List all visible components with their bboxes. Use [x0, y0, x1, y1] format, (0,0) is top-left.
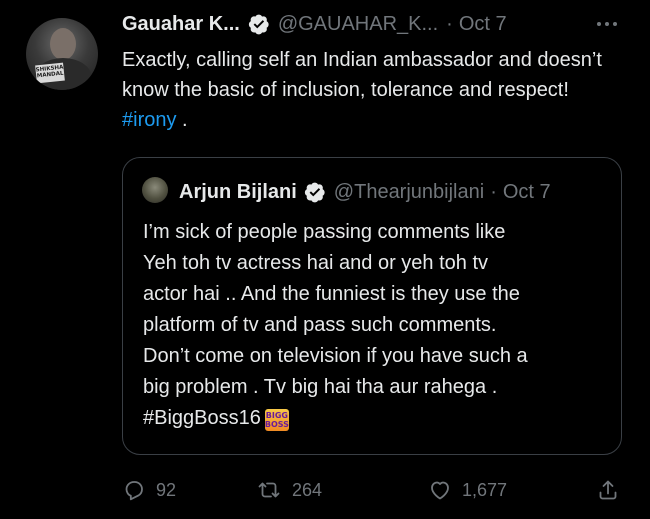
author-handle[interactable]: @GAUAHAR_K...	[278, 13, 438, 36]
quoted-author-avatar[interactable]	[142, 177, 168, 203]
quoted-tweet-date[interactable]: Oct 7	[503, 181, 551, 204]
hashtag-link[interactable]: #irony	[122, 109, 176, 131]
tweet-header: Gauahar K... @GAUAHAR_K... · Oct 7	[122, 10, 507, 38]
avatar-face	[50, 28, 76, 60]
tweet-date[interactable]: Oct 7	[459, 13, 507, 36]
quoted-text-line: Yeh toh tv actress hai and or yeh toh tv	[143, 252, 489, 274]
tweet-text: Exactly, calling self an Indian ambassad…	[122, 45, 622, 135]
quoted-text-line: actor hai .. And the funniest is they us…	[143, 283, 520, 305]
retweet-button[interactable]: 264	[256, 478, 322, 502]
tweet: SHIKSHA MANDAL Gauahar K... @GAUAHAR_K...…	[0, 0, 650, 519]
quoted-tweet-header: Arjun Bijlani @Thearjunbijlani · Oct 7	[179, 178, 551, 206]
retweet-count: 264	[292, 479, 323, 500]
quoted-author-display-name[interactable]: Arjun Bijlani	[179, 181, 297, 204]
reply-icon	[125, 481, 143, 501]
verified-badge-icon	[304, 181, 326, 203]
reply-button[interactable]: 92	[122, 478, 176, 502]
bigg-boss-logo-icon: BIGG BOSS	[264, 409, 289, 431]
tweet-actions: 92 264 1,677	[122, 478, 622, 508]
reply-count: 92	[156, 479, 177, 500]
header-separator: ·	[446, 12, 453, 35]
verified-badge-icon	[248, 13, 270, 35]
retweet-icon	[258, 482, 280, 498]
tweet-text-tail: .	[176, 109, 188, 131]
quoted-author-handle[interactable]: @Thearjunbijlani	[334, 181, 484, 204]
quoted-text-line: big problem . Tv big hai tha aur rahega …	[143, 376, 498, 398]
tweet-text-main: Exactly, calling self an Indian ambassad…	[122, 49, 602, 101]
quoted-text-line: Don’t come on television if you have suc…	[143, 345, 528, 367]
share-icon	[599, 480, 617, 500]
author-avatar[interactable]: SHIKSHA MANDAL	[26, 18, 98, 90]
quoted-hashtag[interactable]: #BiggBoss16	[143, 407, 261, 429]
quoted-hashtag-line: #BiggBoss16 BIGG BOSS	[143, 403, 613, 434]
quoted-tweet[interactable]: Arjun Bijlani @Thearjunbijlani · Oct 7 I…	[122, 157, 622, 455]
share-button[interactable]	[596, 478, 620, 502]
like-button[interactable]: 1,677	[428, 478, 507, 502]
quoted-text-line: I’m sick of people passing comments like	[143, 221, 506, 243]
heart-icon	[431, 481, 449, 500]
quoted-tweet-text: I’m sick of people passing comments like…	[143, 217, 613, 434]
more-horizontal-icon[interactable]	[594, 14, 620, 34]
quoted-header-separator: ·	[490, 180, 497, 203]
quoted-text-line: platform of tv and pass such comments.	[143, 314, 497, 336]
avatar-sticker: SHIKSHA MANDAL	[35, 62, 65, 84]
author-display-name[interactable]: Gauahar K...	[122, 13, 240, 36]
like-count: 1,677	[462, 479, 508, 500]
